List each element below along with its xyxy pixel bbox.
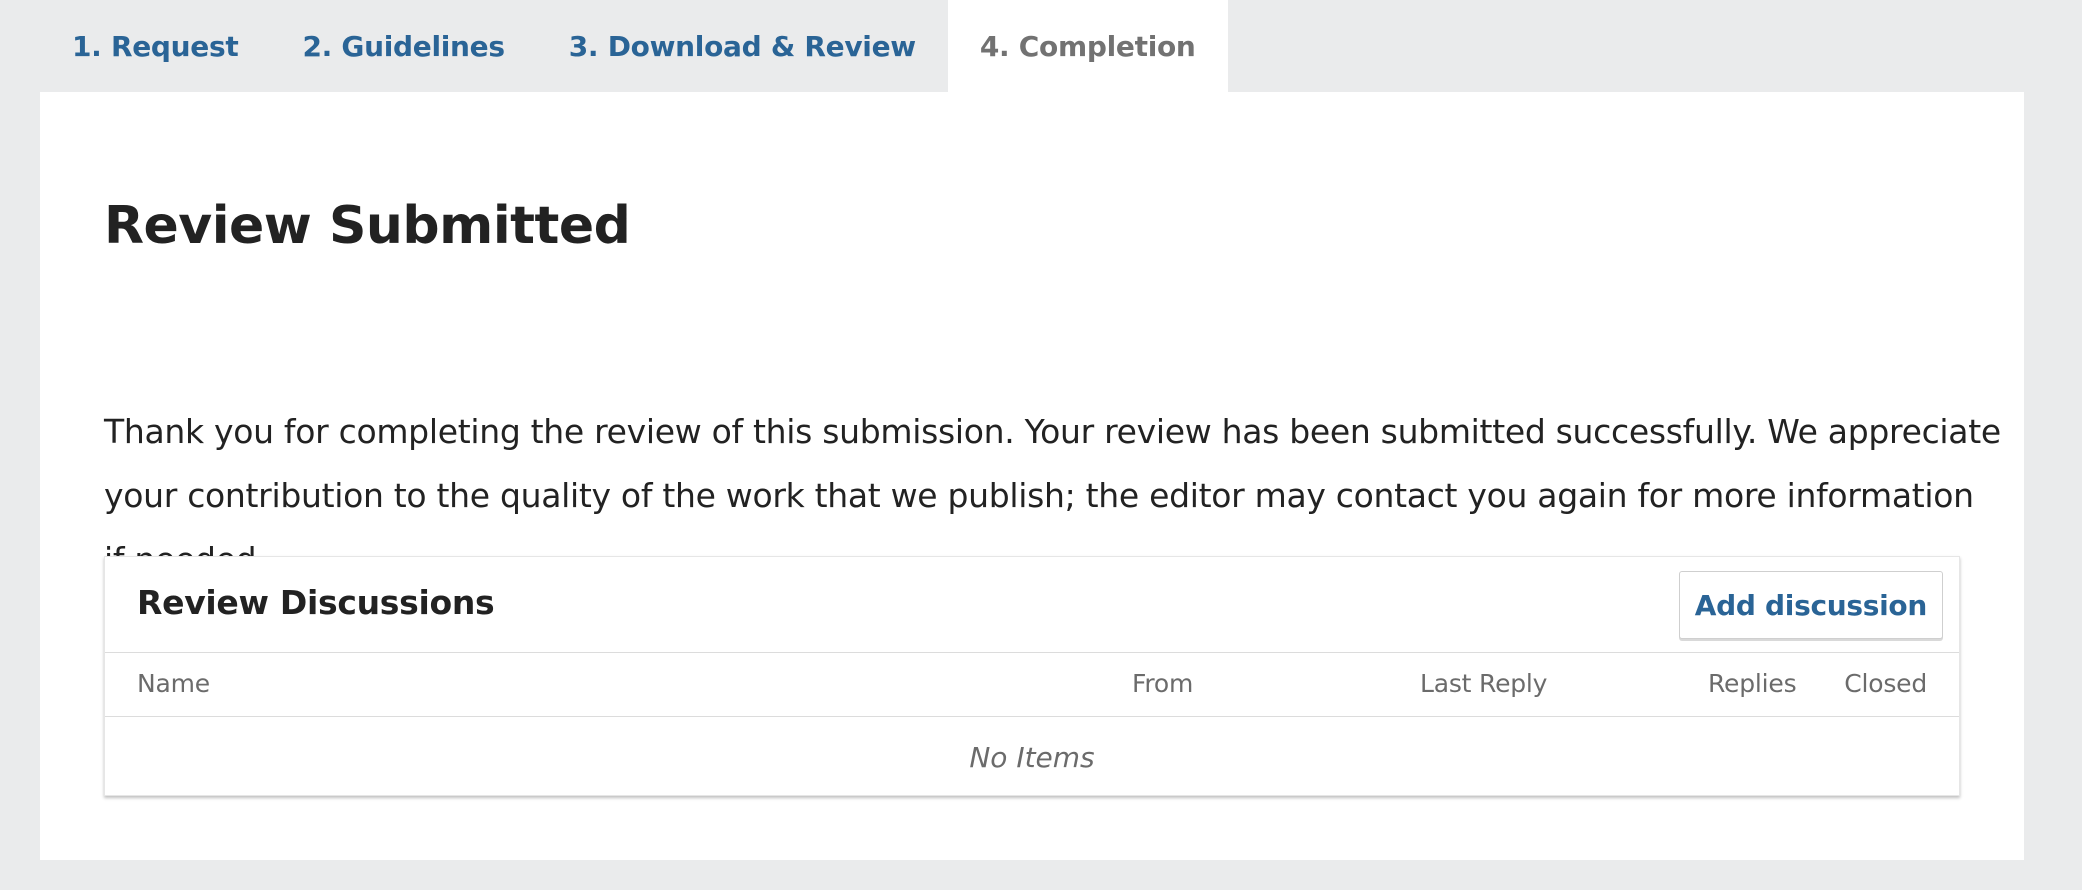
- column-header-last-reply: Last Reply: [1420, 669, 1548, 698]
- workflow-tabs: 1. Request 2. Guidelines 3. Download & R…: [40, 0, 1228, 92]
- column-header-replies: Replies: [1708, 669, 1797, 698]
- page-title: Review Submitted: [104, 196, 631, 256]
- empty-state: No Items: [969, 740, 1095, 774]
- grid-title: Review Discussions: [137, 583, 495, 622]
- tab-request[interactable]: 1. Request: [40, 0, 270, 92]
- completion-panel: Review Submitted Thank you for completin…: [40, 92, 2024, 860]
- grid-header: Review Discussions Add discussion: [105, 557, 1959, 653]
- column-header-closed: Closed: [1844, 669, 1927, 698]
- add-discussion-button[interactable]: Add discussion: [1678, 571, 1943, 639]
- column-header-name: Name: [137, 669, 210, 698]
- column-header-row: Name From Last Reply Replies Closed: [105, 653, 1959, 717]
- tab-download-review[interactable]: 3. Download & Review: [537, 0, 948, 92]
- review-discussions-grid: Review Discussions Add discussion Name F…: [104, 556, 1960, 796]
- column-header-from: From: [1132, 669, 1194, 698]
- tab-completion[interactable]: 4. Completion: [947, 0, 1228, 92]
- tab-guidelines[interactable]: 2. Guidelines: [270, 0, 536, 92]
